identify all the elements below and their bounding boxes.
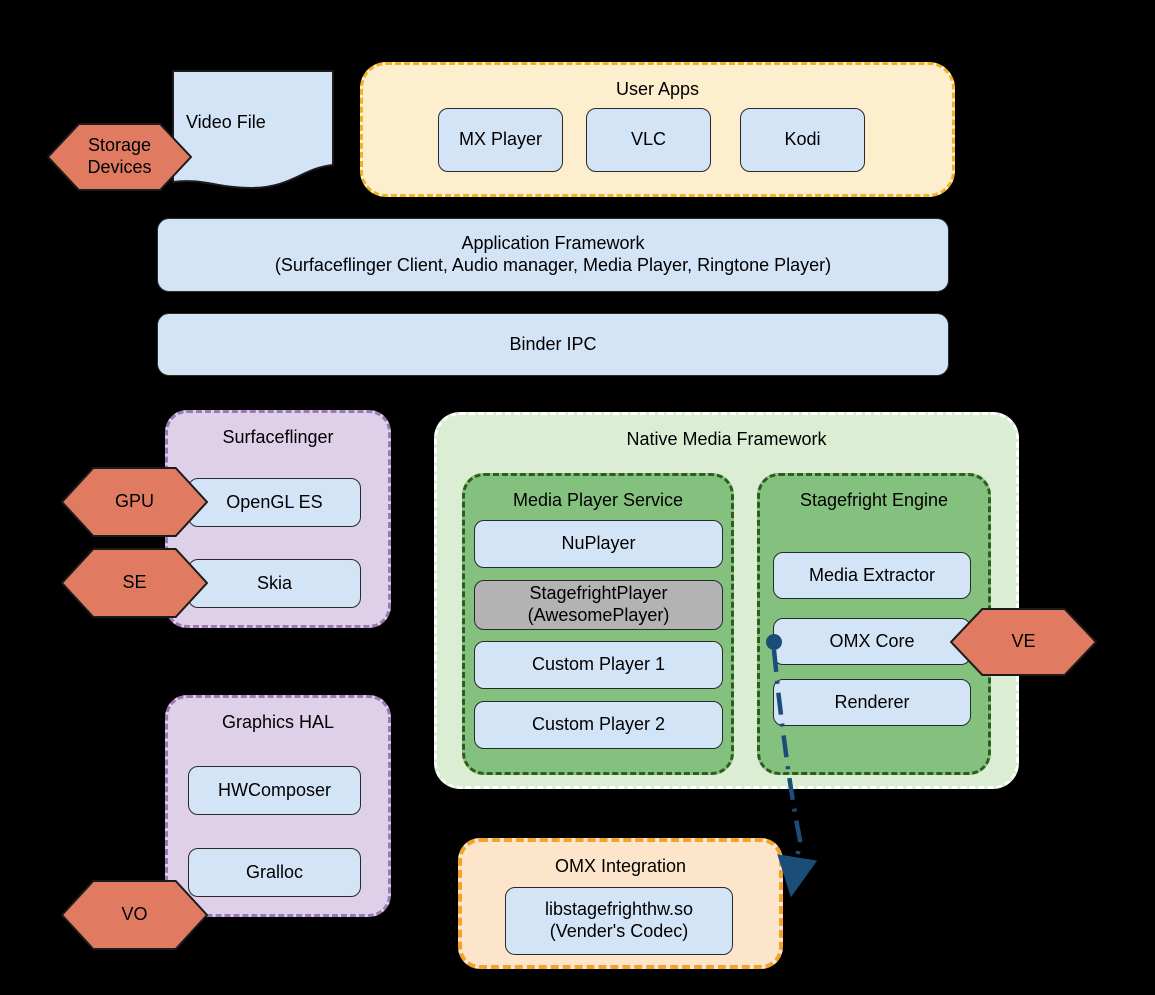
box-media-extractor-label: Media Extractor: [808, 564, 936, 585]
hexagon-storage-devices-label: Storage Devices: [87, 135, 152, 177]
box-skia-label: Skia: [256, 572, 292, 593]
box-custom-player-2-label: Custom Player 2: [531, 714, 666, 735]
hexagon-gpu[interactable]: GPU: [61, 467, 208, 537]
box-stagefrightplayer[interactable]: StagefrightPlayer (AwesomePlayer): [474, 580, 723, 630]
architecture-diagram: User Apps MX Player VLC Kodi Video File …: [0, 0, 1155, 995]
layer-application-framework-label: Application Framework (Surfaceflinger Cl…: [274, 233, 832, 275]
box-vlc-label: VLC: [630, 129, 666, 150]
video-file-label: Video File: [186, 112, 266, 132]
box-media-extractor[interactable]: Media Extractor: [773, 552, 971, 599]
group-stagefright-engine-title: Stagefright Engine: [799, 490, 949, 510]
box-kodi[interactable]: Kodi: [740, 108, 865, 172]
hexagon-se[interactable]: SE: [61, 548, 208, 618]
box-opengl-es-label: OpenGL ES: [226, 491, 323, 512]
box-nuplayer-label: NuPlayer: [561, 533, 636, 554]
box-skia[interactable]: Skia: [188, 559, 361, 608]
box-gralloc[interactable]: Gralloc: [188, 848, 361, 897]
box-custom-player-1-label: Custom Player 1: [531, 654, 666, 675]
hexagon-se-label: SE: [122, 572, 147, 593]
box-nuplayer[interactable]: NuPlayer: [474, 520, 723, 568]
box-omx-core[interactable]: OMX Core: [773, 618, 971, 665]
box-hwcomposer[interactable]: HWComposer: [188, 766, 361, 815]
hexagon-vo[interactable]: VO: [61, 880, 208, 950]
box-omx-core-label: OMX Core: [829, 630, 915, 651]
box-renderer-label: Renderer: [834, 691, 910, 712]
box-renderer[interactable]: Renderer: [773, 679, 971, 726]
box-stagefrightplayer-label: StagefrightPlayer (AwesomePlayer): [527, 583, 670, 625]
layer-binder-ipc-label: Binder IPC: [509, 333, 597, 354]
box-mx-player-label: MX Player: [458, 129, 543, 150]
hexagon-vo-label: VO: [121, 904, 148, 925]
group-surfaceflinger-title: Surfaceflinger: [222, 427, 334, 447]
box-hwcomposer-label: HWComposer: [217, 779, 332, 800]
group-user-apps-title: User Apps: [615, 79, 700, 99]
layer-binder-ipc[interactable]: Binder IPC: [157, 313, 949, 376]
hexagon-ve-label: VE: [1011, 631, 1036, 652]
box-vlc[interactable]: VLC: [586, 108, 711, 172]
box-libstagefrighthw[interactable]: libstagefrighthw.so (Vender's Codec): [505, 887, 733, 955]
box-gralloc-label: Gralloc: [245, 861, 303, 882]
group-graphics-hal-title: Graphics HAL: [221, 712, 335, 732]
hexagon-gpu-label: GPU: [114, 491, 154, 512]
hexagon-ve[interactable]: VE: [950, 608, 1097, 676]
group-media-player-service-title: Media Player Service: [512, 490, 684, 510]
box-mx-player[interactable]: MX Player: [438, 108, 563, 172]
group-native-media-framework-title: Native Media Framework: [626, 429, 827, 449]
box-custom-player-1[interactable]: Custom Player 1: [474, 641, 723, 689]
hexagon-storage-devices[interactable]: Storage Devices: [47, 123, 192, 191]
box-kodi-label: Kodi: [784, 129, 821, 150]
box-libstagefrighthw-label: libstagefrighthw.so (Vender's Codec): [544, 899, 694, 941]
box-custom-player-2[interactable]: Custom Player 2: [474, 701, 723, 749]
box-opengl-es[interactable]: OpenGL ES: [188, 478, 361, 527]
video-file-document: Video File: [172, 70, 334, 192]
layer-application-framework[interactable]: Application Framework (Surfaceflinger Cl…: [157, 218, 949, 292]
group-omx-integration-title: OMX Integration: [554, 856, 687, 876]
